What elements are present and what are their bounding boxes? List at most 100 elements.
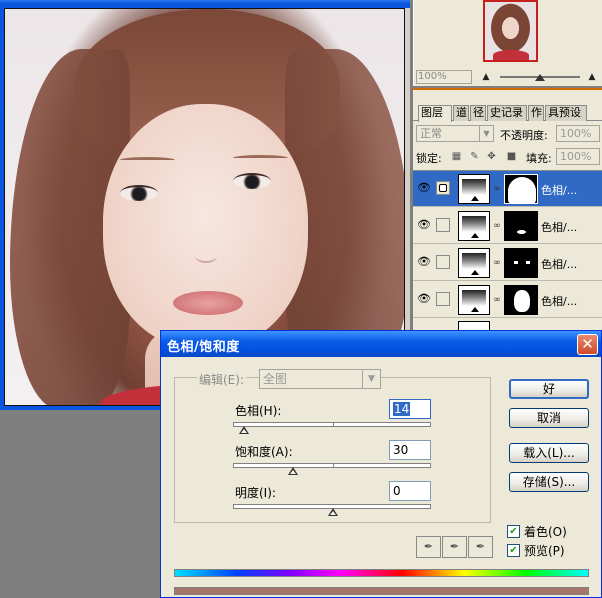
- close-button[interactable]: ✕: [577, 334, 598, 355]
- chain-icon[interactable]: ∞: [493, 220, 501, 232]
- chevron-down-icon: ▼: [362, 370, 380, 388]
- adjustment-group: 编辑(E): 全图 ▼ 色相(H): 14 饱和度(A): 30 明度(I): …: [174, 369, 491, 523]
- eye-icon[interactable]: 👁: [416, 219, 432, 231]
- tab-layers[interactable]: 图层: [418, 105, 452, 122]
- eyedropper-group: ✒ ✒ ✒: [416, 536, 494, 560]
- layer-mask-link-slot[interactable]: [436, 218, 450, 232]
- mask-thumbnail[interactable]: [504, 248, 538, 278]
- eyedropper-plus-icon[interactable]: ✒: [442, 536, 467, 558]
- fill-input[interactable]: 100%: [556, 148, 600, 165]
- lightness-label: 明度(I):: [235, 486, 276, 500]
- layer-mask-link-slot[interactable]: [436, 181, 450, 195]
- adjustment-thumbnail[interactable]: [458, 248, 490, 278]
- saturation-slider[interactable]: [233, 463, 431, 475]
- layer-list: 👁 ∞ 色相/... 👁 ∞ 色相/... 👁 ∞ 色相/... 👁 ∞ 色相/…: [413, 170, 602, 335]
- preview-checkbox[interactable]: ✔: [507, 544, 520, 557]
- layer-row[interactable]: 👁 ∞ 色相/...: [413, 282, 602, 318]
- chain-icon[interactable]: ∞: [493, 294, 501, 306]
- tab-history[interactable]: 史记录: [487, 105, 527, 121]
- layer-mask-link-slot[interactable]: [436, 255, 450, 269]
- mask-thumbnail[interactable]: [504, 211, 538, 241]
- chevron-down-icon: ▼: [479, 126, 493, 141]
- levels-triangle: [471, 196, 479, 201]
- ok-button[interactable]: 好: [509, 379, 589, 399]
- eyedropper-icon[interactable]: ✒: [416, 536, 441, 558]
- preview-label: 预览(P): [524, 544, 565, 558]
- tab-actions[interactable]: 作: [528, 105, 544, 121]
- lock-transparent-icon[interactable]: ▦: [451, 151, 462, 162]
- cancel-button[interactable]: 取消: [509, 408, 589, 428]
- adjustment-thumbnail[interactable]: [458, 285, 490, 315]
- layer-mask-link-slot[interactable]: [436, 292, 450, 306]
- opacity-label: 不透明度:: [500, 129, 548, 142]
- levels-bars: [462, 290, 486, 306]
- tab-tool-presets[interactable]: 具预设: [545, 105, 587, 121]
- portrait-eye-left: [120, 185, 158, 201]
- layers-panel: 图层 道 径 史记录 作 具预设 正常 ▼ 不透明度: 100% 锁定: ▦ ✎…: [413, 88, 602, 335]
- tab-channels[interactable]: 道: [453, 105, 469, 121]
- colorize-label: 着色(O): [524, 525, 567, 539]
- mask-thumbnail[interactable]: [504, 285, 538, 315]
- hue-input[interactable]: 14: [389, 399, 431, 419]
- slider-center-tick: [333, 463, 334, 468]
- blend-mode-select[interactable]: 正常 ▼: [416, 125, 494, 142]
- lightness-slider[interactable]: [233, 504, 431, 516]
- mask-hair-shape: [508, 177, 536, 203]
- save-button[interactable]: 存储(S)...: [509, 472, 589, 492]
- fill-label: 填充:: [526, 152, 552, 165]
- adjustment-thumbnail[interactable]: [458, 174, 490, 204]
- portrait-nose: [195, 249, 217, 263]
- hue-label: 色相(H):: [235, 404, 282, 418]
- hue-slider-thumb[interactable]: [238, 426, 250, 436]
- adjustment-thumbnail[interactable]: [458, 211, 490, 241]
- hue-slider[interactable]: [233, 422, 431, 434]
- layer-name: 色相/...: [541, 184, 578, 197]
- layer-name: 色相/...: [541, 295, 578, 308]
- lock-all-icon[interactable]: ■: [506, 151, 517, 162]
- layer-row[interactable]: 👁 ∞ 色相/...: [413, 245, 602, 281]
- mask-eyes-shape: [514, 261, 530, 264]
- lock-position-icon[interactable]: ✥: [486, 151, 497, 162]
- input-color-spectrum: [174, 569, 589, 577]
- mask-active-icon: [439, 184, 447, 192]
- saturation-input[interactable]: 30: [389, 440, 431, 460]
- opacity-input[interactable]: 100%: [556, 125, 600, 142]
- chain-icon[interactable]: ∞: [493, 257, 501, 269]
- levels-bars: [462, 253, 486, 269]
- layer-row[interactable]: 👁 ∞ 色相/...: [413, 171, 602, 207]
- eye-icon[interactable]: 👁: [416, 293, 432, 305]
- eyedropper-minus-icon[interactable]: ✒: [468, 536, 493, 558]
- saturation-label: 饱和度(A):: [235, 445, 293, 459]
- navigator-zoom-slider-thumb[interactable]: [535, 74, 545, 81]
- dialog-title: 色相/饱和度: [167, 340, 240, 355]
- eye-icon[interactable]: 👁: [416, 256, 432, 268]
- edit-select[interactable]: 全图 ▼: [259, 369, 381, 389]
- navigator-panel: 100% ▲ ▲: [413, 0, 602, 86]
- mask-thumbnail[interactable]: [504, 174, 538, 204]
- chain-icon[interactable]: ∞: [493, 183, 501, 195]
- lock-pixels-icon[interactable]: ✎: [469, 151, 480, 162]
- lightness-input[interactable]: 0: [389, 481, 431, 501]
- layer-row[interactable]: 👁 ∞ 色相/...: [413, 208, 602, 244]
- levels-triangle: [471, 233, 479, 238]
- navigator-thumbnail[interactable]: [483, 0, 538, 62]
- document-titlebar[interactable]: [0, 0, 410, 4]
- mask-face-shape: [514, 290, 530, 312]
- lightness-slider-thumb[interactable]: [328, 508, 339, 518]
- edit-label: 编辑(E):: [197, 371, 246, 388]
- colorize-checkbox[interactable]: ✔: [507, 525, 520, 538]
- zoom-in-icon[interactable]: ▲: [586, 71, 598, 83]
- portrait-brow-left: [120, 157, 175, 163]
- layer-name: 色相/...: [541, 258, 578, 271]
- saturation-slider-thumb[interactable]: [288, 467, 299, 477]
- hue-saturation-dialog: 色相/饱和度 ✕ 编辑(E): 全图 ▼ 色相(H): 14 饱和度(A): 3…: [160, 330, 602, 598]
- slider-center-tick: [333, 422, 334, 427]
- navigator-zoom-input[interactable]: 100%: [416, 70, 472, 84]
- zoom-out-icon[interactable]: ▲: [480, 71, 492, 83]
- portrait-eye-right: [233, 173, 271, 189]
- eye-icon[interactable]: 👁: [416, 182, 432, 194]
- dialog-titlebar[interactable]: 色相/饱和度 ✕: [161, 331, 601, 357]
- tab-paths[interactable]: 径: [470, 105, 486, 121]
- load-button[interactable]: 载入(L)...: [509, 443, 589, 463]
- lock-label: 锁定:: [416, 152, 442, 165]
